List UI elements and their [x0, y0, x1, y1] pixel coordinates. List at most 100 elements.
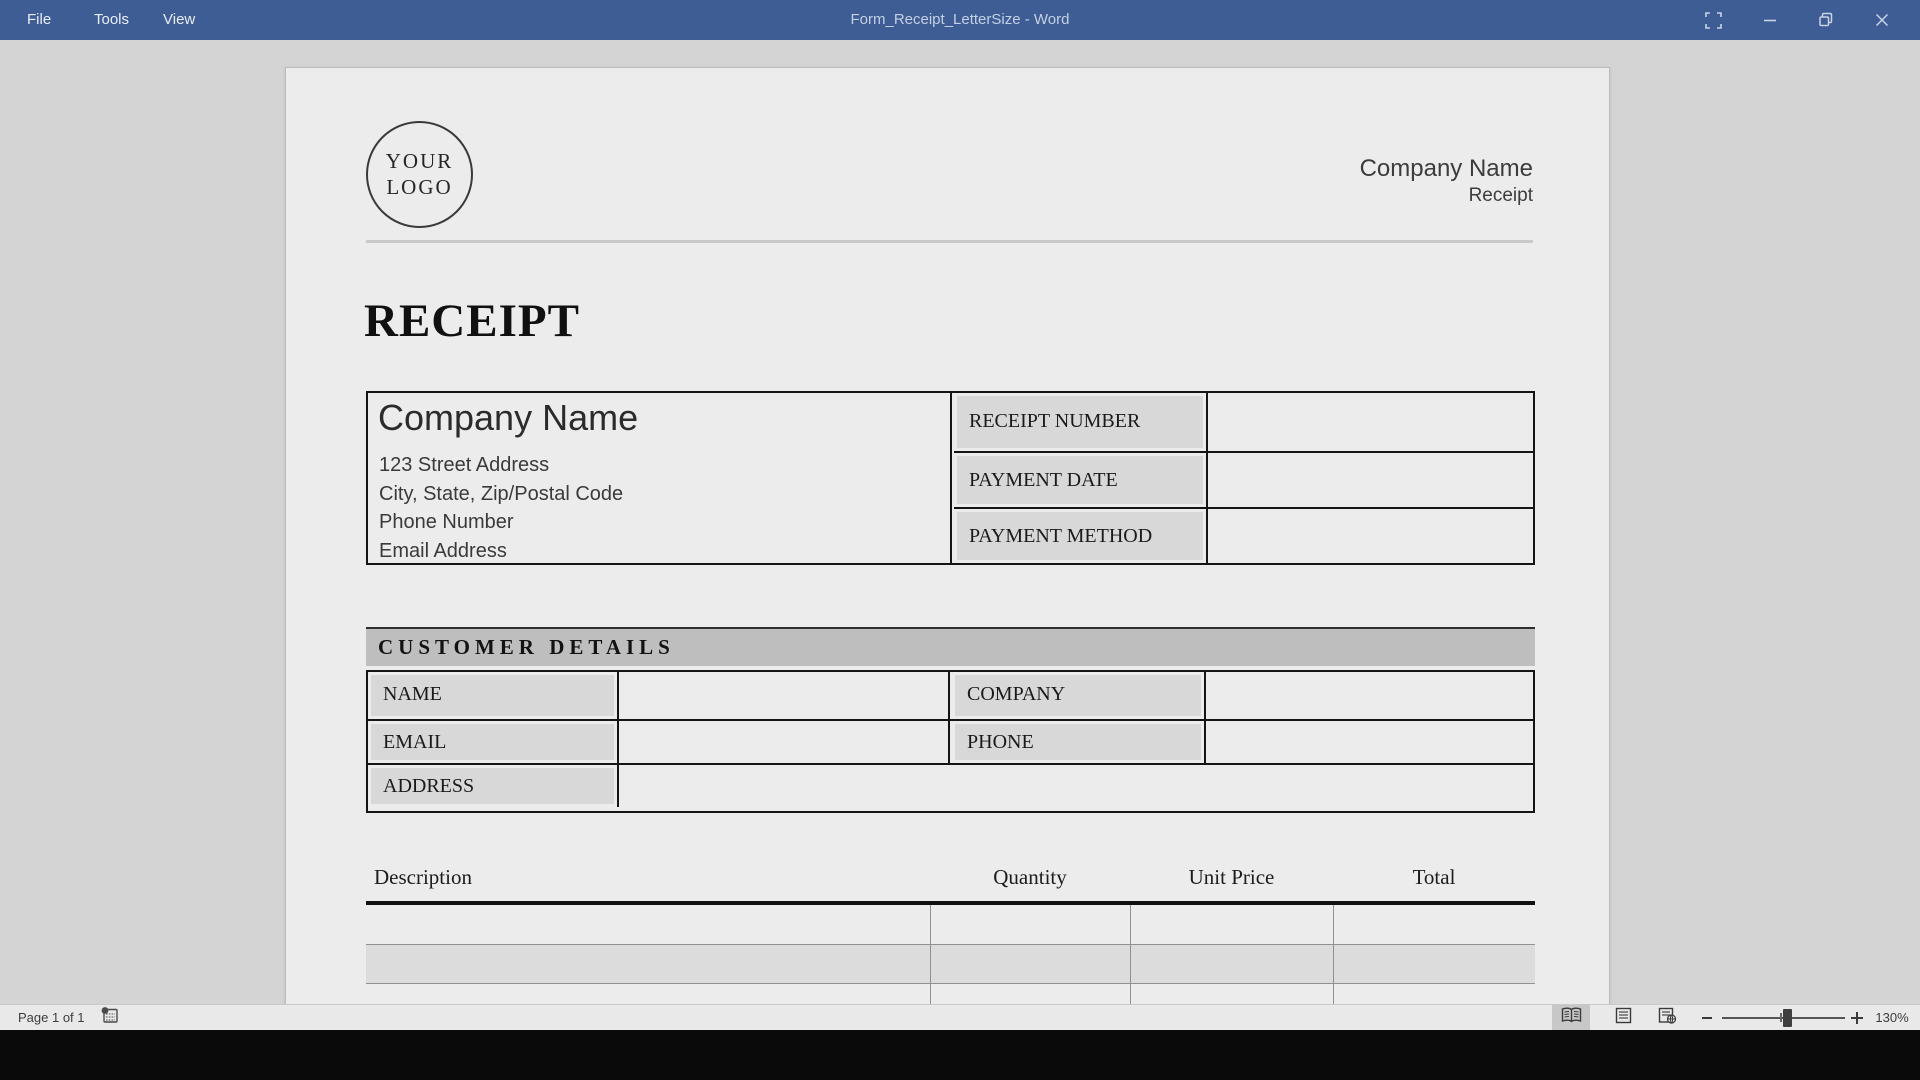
table-row: [366, 983, 1535, 1004]
seller-address-line: 123 Street Address: [379, 451, 623, 480]
web-layout-icon: [1658, 1007, 1677, 1029]
close-icon: [1875, 13, 1889, 27]
table-row: EMAIL PHONE: [368, 719, 1533, 763]
payment-field-rows: RECEIPT NUMBER PAYMENT DATE PAYMENT METH…: [954, 393, 1533, 563]
company-value-cell[interactable]: [1208, 672, 1533, 719]
phone-label-cell: PHONE: [952, 721, 1206, 763]
quantity-column-header: Quantity: [930, 862, 1130, 896]
taskbar-black-strip: [0, 1030, 1920, 1080]
table-row: ADDRESS: [368, 763, 1533, 807]
table-row: [366, 944, 1535, 983]
plus-icon: [1851, 1012, 1863, 1024]
minimize-icon: [1763, 13, 1777, 27]
item-quantity-cell[interactable]: [930, 905, 1130, 944]
letterhead-block: Company Name Receipt: [1360, 154, 1533, 208]
menu-view[interactable]: View: [163, 0, 195, 40]
company-logo: YOUR LOGO: [366, 121, 473, 228]
email-label-cell: EMAIL: [368, 721, 619, 763]
restore-button[interactable]: [1803, 0, 1849, 40]
menu-file[interactable]: File: [27, 0, 51, 40]
logo-text-line2: LOGO: [386, 175, 452, 201]
menu-tools[interactable]: Tools: [94, 0, 129, 40]
page-indicator[interactable]: Page 1 of 1: [18, 1005, 85, 1030]
proofing-status-icon: [99, 1006, 120, 1029]
letterhead-company-name: Company Name: [1360, 154, 1533, 184]
seller-address-line: Phone Number: [379, 508, 623, 537]
payment-method-label-cell: PAYMENT METHOD: [954, 509, 1208, 563]
print-layout-button[interactable]: [1604, 1005, 1642, 1030]
address-value-cell[interactable]: [621, 765, 1533, 807]
seller-address-line: City, State, Zip/Postal Code: [379, 480, 623, 509]
minimize-button[interactable]: [1747, 0, 1793, 40]
receipt-number-value-cell[interactable]: [1210, 393, 1533, 451]
item-unit-price-cell[interactable]: [1130, 984, 1333, 1004]
seller-company-name: Company Name: [378, 397, 638, 439]
item-description-cell[interactable]: [366, 905, 930, 944]
table-row: PAYMENT DATE: [954, 451, 1533, 507]
item-unit-price-cell[interactable]: [1130, 905, 1333, 944]
header-divider: [366, 240, 1533, 243]
close-button[interactable]: [1859, 0, 1905, 40]
letterhead-doc-type: Receipt: [1360, 184, 1533, 208]
print-layout-icon: [1615, 1007, 1632, 1029]
phone-label: PHONE: [952, 721, 1204, 763]
total-column-header: Total: [1333, 862, 1535, 896]
line-items-rows: [366, 905, 1535, 1004]
table-row: [366, 905, 1535, 944]
logo-text-line1: YOUR: [386, 149, 454, 175]
description-column-header: Description: [374, 862, 472, 896]
zoom-out-button[interactable]: [1698, 1005, 1716, 1030]
email-label: EMAIL: [368, 721, 617, 763]
payment-date-value-cell[interactable]: [1210, 453, 1533, 507]
window-title: Form_Receipt_LetterSize - Word: [0, 0, 1920, 40]
company-label: COMPANY: [952, 672, 1204, 717]
proofing-status-button[interactable]: [95, 1005, 123, 1030]
read-mode-icon: [1561, 1007, 1582, 1028]
document-page[interactable]: YOUR LOGO Company Name Receipt RECEIPT C…: [285, 67, 1610, 1004]
receipt-number-label-cell: RECEIPT NUMBER: [954, 393, 1208, 451]
customer-details-table: NAME COMPANY EMAIL PHONE: [366, 670, 1535, 813]
phone-value-cell[interactable]: [1208, 721, 1533, 763]
zoom-slider-handle[interactable]: [1783, 1009, 1792, 1027]
zoom-level-label[interactable]: 130%: [1868, 1005, 1916, 1030]
web-layout-button[interactable]: [1648, 1005, 1686, 1030]
seller-payment-table: Company Name 123 Street Address City, St…: [366, 391, 1535, 565]
line-items-header-row: Description Quantity Unit Price Total: [366, 862, 1535, 896]
table-row: NAME COMPANY: [368, 672, 1533, 719]
payment-method-label: PAYMENT METHOD: [954, 509, 1206, 563]
item-description-cell[interactable]: [366, 945, 930, 983]
item-total-cell[interactable]: [1333, 945, 1535, 983]
minus-icon: [1702, 1017, 1712, 1019]
table-row: PAYMENT METHOD: [954, 507, 1533, 563]
seller-address-line: Email Address: [379, 537, 623, 566]
item-total-cell[interactable]: [1333, 984, 1535, 1004]
table-row: RECEIPT NUMBER: [954, 393, 1533, 451]
name-label-cell: NAME: [368, 672, 619, 719]
zoom-slider-center-tick: [1780, 1013, 1782, 1022]
zoom-in-button[interactable]: [1848, 1005, 1866, 1030]
receipt-number-label: RECEIPT NUMBER: [954, 393, 1206, 449]
status-bar: Page 1 of 1: [0, 1004, 1920, 1030]
name-value-cell[interactable]: [621, 672, 950, 719]
restore-down-icon: [1818, 12, 1834, 28]
item-quantity-cell[interactable]: [930, 945, 1130, 983]
auto-hide-ribbon-button[interactable]: [1690, 0, 1736, 40]
auto-hide-ribbon-icon: [1705, 12, 1722, 29]
payment-date-label: PAYMENT DATE: [954, 453, 1206, 507]
seller-info-cell: Company Name 123 Street Address City, St…: [368, 393, 952, 563]
address-label-cell: ADDRESS: [368, 765, 619, 807]
item-quantity-cell[interactable]: [930, 984, 1130, 1004]
receipt-heading: RECEIPT: [364, 294, 580, 348]
email-value-cell[interactable]: [621, 721, 950, 763]
document-workspace: YOUR LOGO Company Name Receipt RECEIPT C…: [0, 40, 1920, 1004]
item-description-cell[interactable]: [366, 984, 930, 1004]
payment-date-label-cell: PAYMENT DATE: [954, 453, 1208, 507]
customer-details-header: CUSTOMER DETAILS: [366, 627, 1535, 666]
item-total-cell[interactable]: [1333, 905, 1535, 944]
item-unit-price-cell[interactable]: [1130, 945, 1333, 983]
address-label: ADDRESS: [368, 765, 617, 807]
read-mode-button[interactable]: [1552, 1005, 1590, 1030]
payment-method-value-cell[interactable]: [1210, 509, 1533, 563]
seller-address: 123 Street Address City, State, Zip/Post…: [379, 451, 623, 565]
company-label-cell: COMPANY: [952, 672, 1206, 719]
